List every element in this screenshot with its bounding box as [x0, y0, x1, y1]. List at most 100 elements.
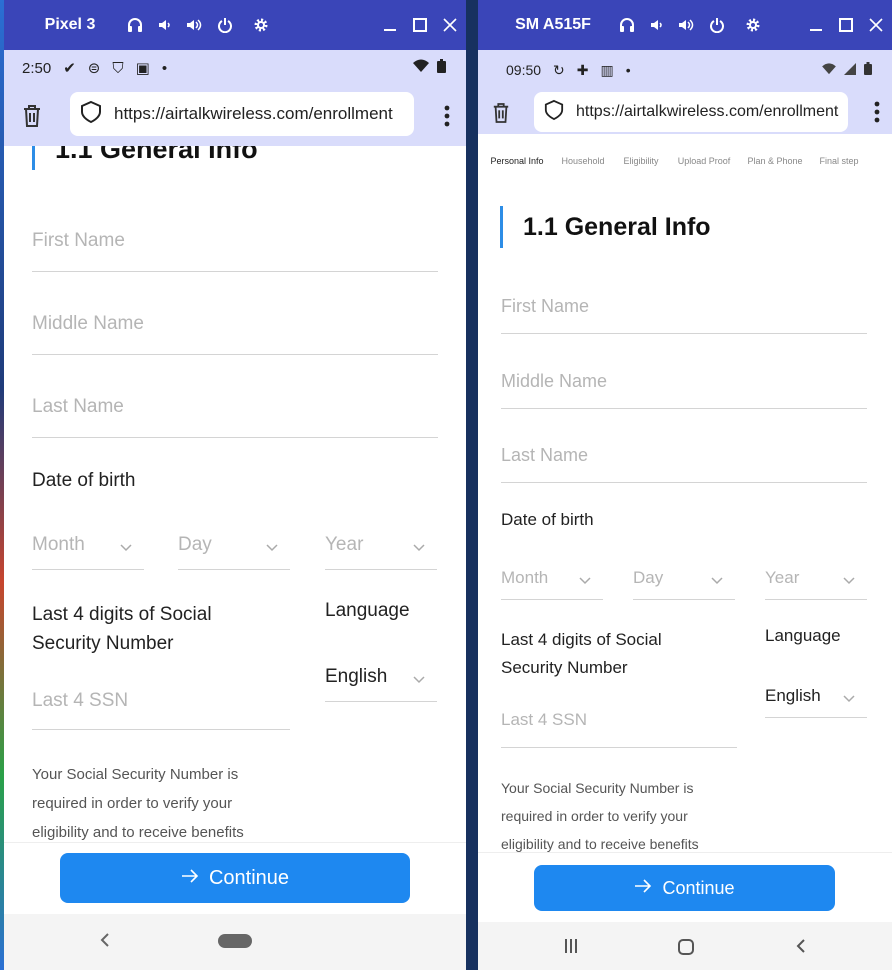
- home-pill-icon[interactable]: [218, 934, 252, 948]
- android-nav-bar: [4, 914, 466, 970]
- month-select[interactable]: Month: [32, 534, 144, 570]
- maximize-icon[interactable]: [412, 17, 428, 33]
- shield-privacy-icon[interactable]: [544, 99, 564, 126]
- back-icon[interactable]: [100, 932, 110, 953]
- trash-icon[interactable]: [22, 104, 42, 133]
- chart-notification-icon: ▥: [600, 61, 614, 78]
- ssn-input[interactable]: Last 4 SSN: [32, 690, 290, 730]
- step-final-step[interactable]: Final step: [810, 156, 868, 166]
- language-select[interactable]: English: [325, 666, 437, 702]
- shield-status-icon: ⛉: [112, 59, 124, 77]
- settings-gear-icon[interactable]: [744, 16, 762, 34]
- first-name-input[interactable]: First Name: [501, 296, 867, 334]
- maximize-icon[interactable]: [838, 17, 854, 33]
- status-time: 09:50: [506, 62, 542, 78]
- step-personal-info[interactable]: Personal Info: [482, 156, 552, 166]
- step-upload-proof[interactable]: Upload Proof: [668, 156, 740, 166]
- close-icon[interactable]: [442, 17, 458, 33]
- volume-down-icon[interactable]: [648, 16, 666, 34]
- chevron-down-icon: [843, 688, 855, 708]
- arrow-right-icon: [181, 867, 199, 890]
- android-status-bar: 09:50 ↻ ✚ ▥ •: [478, 50, 892, 90]
- android-status-bar: 2:50 ✔ ⊜ ⛉ ▣ •: [4, 50, 466, 86]
- app-notification-icon: ▣: [135, 60, 150, 77]
- url-field[interactable]: https://airtalkwireless.com/enrollment: [70, 92, 414, 136]
- chevron-down-icon: [413, 668, 425, 690]
- step-eligibility[interactable]: Eligibility: [614, 156, 668, 166]
- url-field[interactable]: https://airtalkwireless.com/enrollment: [534, 92, 848, 132]
- device-name: Pixel 3: [44, 16, 96, 33]
- more-menu-icon[interactable]: [444, 104, 450, 133]
- window-titlebar[interactable]: Pixel 3: [4, 0, 466, 50]
- url-text: https://airtalkwireless.com/enrollment: [114, 104, 393, 123]
- language-label: Language: [765, 626, 841, 645]
- minimize-icon[interactable]: [808, 17, 824, 33]
- middle-name-input[interactable]: Middle Name: [501, 371, 867, 409]
- ssn-note: Your Social Security Number is required …: [501, 780, 699, 852]
- sync-icon: ↻: [553, 61, 565, 78]
- day-select[interactable]: Day: [633, 568, 735, 600]
- step-household[interactable]: Household: [552, 156, 614, 166]
- last-name-input[interactable]: Last Name: [501, 445, 867, 483]
- wifi-icon: [413, 59, 429, 77]
- more-notifications-dot-icon: •: [161, 59, 168, 77]
- chevron-down-icon: [413, 536, 425, 558]
- language-select[interactable]: English: [765, 686, 867, 718]
- middle-name-input[interactable]: Middle Name: [32, 313, 438, 355]
- emulator-window-sm-a515f: SM A515F 09:50 ↻ ✚ ▥ • https://airtalkwi…: [478, 0, 892, 970]
- volume-up-icon[interactable]: [186, 16, 204, 34]
- chevron-down-icon: [843, 570, 855, 590]
- headphones-icon[interactable]: [618, 16, 636, 34]
- ssn-label: Last 4 digits of Social Security Number: [501, 630, 662, 677]
- window-titlebar[interactable]: SM A515F: [478, 0, 892, 50]
- home-icon[interactable]: [678, 939, 694, 960]
- year-select[interactable]: Year: [765, 568, 867, 600]
- continue-button[interactable]: Continue: [534, 865, 835, 911]
- arrow-right-icon: [634, 878, 652, 899]
- browser-toolbar: https://airtalkwireless.com/enrollment: [4, 86, 466, 146]
- sticky-footer: Continue: [4, 842, 466, 914]
- volume-down-icon[interactable]: [156, 16, 174, 34]
- month-select[interactable]: Month: [501, 568, 603, 600]
- back-icon[interactable]: [796, 938, 806, 959]
- volume-up-icon[interactable]: [678, 16, 696, 34]
- year-select[interactable]: Year: [325, 534, 437, 570]
- last-name-input[interactable]: Last Name: [32, 396, 438, 438]
- step-plan-phone[interactable]: Plan & Phone: [740, 156, 810, 166]
- section-title: 1.1 General Info: [500, 206, 711, 248]
- download-done-icon: ✔: [63, 60, 76, 77]
- first-name-input[interactable]: First Name: [32, 230, 438, 272]
- trash-icon[interactable]: [492, 102, 510, 129]
- shield-privacy-icon[interactable]: [80, 100, 102, 129]
- chevron-down-icon: [711, 570, 723, 590]
- ssn-input[interactable]: Last 4 SSN: [501, 710, 737, 748]
- continue-button[interactable]: Continue: [60, 853, 410, 903]
- ssn-note: Your Social Security Number is required …: [32, 766, 244, 841]
- more-menu-icon[interactable]: [874, 100, 880, 129]
- sync-icon: ⊜: [87, 60, 101, 77]
- power-icon[interactable]: [216, 16, 234, 34]
- power-icon[interactable]: [708, 16, 726, 34]
- section-title: 1.1 General Info: [32, 146, 258, 170]
- signal-icon: [844, 62, 856, 78]
- headphones-icon[interactable]: [126, 16, 144, 34]
- device-name: SM A515F: [515, 16, 591, 33]
- enrollment-stepper: Personal Info Household Eligibility Uplo…: [478, 134, 892, 170]
- ssn-label: Last 4 digits of Social Security Number: [32, 604, 212, 654]
- close-icon[interactable]: [868, 17, 884, 33]
- dob-label: Date of birth: [501, 510, 594, 529]
- chevron-down-icon: [120, 536, 132, 558]
- dob-label: Date of birth: [32, 470, 136, 491]
- settings-gear-icon[interactable]: [252, 16, 270, 34]
- minimize-icon[interactable]: [382, 17, 398, 33]
- recents-icon[interactable]: [564, 939, 578, 958]
- android-nav-bar: [478, 922, 892, 970]
- language-label: Language: [325, 600, 410, 621]
- day-select[interactable]: Day: [178, 534, 290, 570]
- sticky-footer: Continue: [478, 852, 892, 922]
- battery-icon: [864, 62, 872, 78]
- wifi-icon: [822, 62, 836, 78]
- chevron-down-icon: [579, 570, 591, 590]
- desktop-background-gap: [466, 0, 478, 970]
- more-notifications-dot-icon: •: [625, 62, 631, 78]
